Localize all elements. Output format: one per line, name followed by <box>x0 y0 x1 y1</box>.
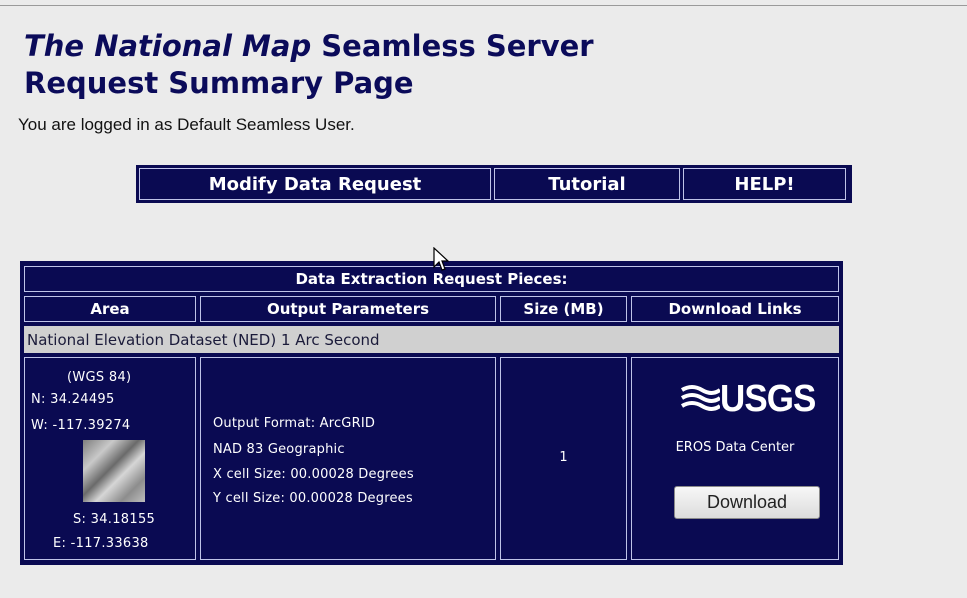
usgs-wave-icon <box>680 385 720 411</box>
north-coordinate: N: 34.24495 <box>31 392 115 407</box>
size-value: 1 <box>559 450 568 465</box>
column-header-area: Area <box>24 296 196 322</box>
usgs-logo-text: USGS <box>720 377 816 420</box>
help-button[interactable]: HELP! <box>683 168 846 200</box>
eros-data-center-label: EROS Data Center <box>675 440 795 455</box>
page-title: The National Map Seamless Server Request… <box>24 28 594 102</box>
dataset-row: National Elevation Dataset (NED) 1 Arc S… <box>24 326 839 353</box>
title-italic: The National Map <box>24 29 312 63</box>
column-header-size: Size (MB) <box>500 296 627 322</box>
y-cell-size: Y cell Size: 00.00028 Degrees <box>213 491 413 506</box>
table-heading: Data Extraction Request Pieces: <box>24 266 839 292</box>
top-rule <box>0 5 967 6</box>
projection: NAD 83 Geographic <box>213 442 345 457</box>
column-header-output-parameters: Output Parameters <box>200 296 496 322</box>
tutorial-button[interactable]: Tutorial <box>494 168 680 200</box>
mouse-cursor-icon <box>433 247 449 271</box>
column-header-download-links: Download Links <box>631 296 839 322</box>
download-button[interactable]: Download <box>674 486 820 519</box>
download-links-cell: USGS EROS Data Center Download <box>631 357 839 560</box>
datum-label: (WGS 84) <box>67 370 132 385</box>
west-coordinate: W: -117.39274 <box>31 418 131 433</box>
output-format: Output Format: ArcGRID <box>213 416 376 431</box>
area-thumbnail-image <box>83 440 145 502</box>
size-cell: 1 <box>500 357 627 560</box>
title-line2: Request Summary Page <box>24 66 414 100</box>
request-pieces-table: Data Extraction Request Pieces: Area Out… <box>20 261 843 565</box>
login-status: You are logged in as Default Seamless Us… <box>18 115 355 134</box>
nav-bar: Modify Data Request Tutorial HELP! <box>136 165 852 203</box>
title-rest: Seamless Server <box>311 29 594 63</box>
output-parameters-cell: Output Format: ArcGRID NAD 83 Geographic… <box>200 357 496 560</box>
usgs-logo: USGS <box>680 378 824 420</box>
area-cell: (WGS 84) N: 34.24495 W: -117.39274 S: 34… <box>24 357 196 560</box>
east-coordinate: E: -117.33638 <box>53 536 149 551</box>
x-cell-size: X cell Size: 00.00028 Degrees <box>213 467 414 482</box>
south-coordinate: S: 34.18155 <box>73 512 156 527</box>
modify-request-button[interactable]: Modify Data Request <box>139 168 491 200</box>
